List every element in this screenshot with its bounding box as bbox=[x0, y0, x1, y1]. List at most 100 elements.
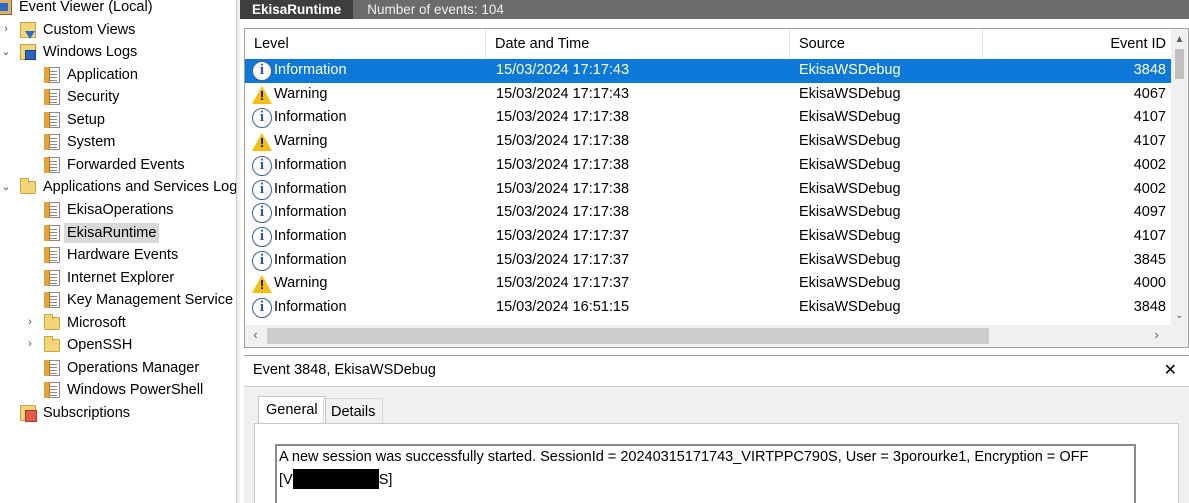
event-message-line-1: A new session was successfully started. … bbox=[279, 449, 1089, 465]
table-row[interactable]: i Information 15/03/2024 17:17:38 EkisaWSDe… bbox=[245, 106, 1173, 130]
events-table: Level Date and Time Source Event ID i Inf… bbox=[244, 28, 1189, 348]
tree-item[interactable]: Operations Manager bbox=[0, 357, 236, 379]
tree-item[interactable]: Security bbox=[0, 86, 236, 108]
cell-date: 15/03/2024 17:17:37 bbox=[496, 275, 630, 292]
tree-item[interactable]: System bbox=[0, 131, 236, 153]
scroll-left-icon[interactable]: ‹ bbox=[247, 325, 264, 347]
column-header-source[interactable]: Source bbox=[790, 29, 983, 60]
cell-date: 15/03/2024 17:17:38 bbox=[496, 180, 630, 197]
event-count: Number of events: 104 bbox=[367, 2, 504, 17]
horizontal-scroll-thumb[interactable] bbox=[267, 328, 989, 344]
tab-details[interactable]: Details bbox=[323, 398, 384, 424]
tree-item-label: Key Management Service bbox=[67, 292, 234, 309]
chevron-down-icon[interactable]: ⌄ bbox=[0, 180, 12, 193]
vertical-scroll-thumb[interactable] bbox=[1175, 49, 1184, 79]
horizontal-scrollbar[interactable]: ‹ › bbox=[245, 325, 1188, 347]
cell-date: 15/03/2024 17:17:38 bbox=[496, 133, 630, 150]
table-row[interactable]: Warning 15/03/2024 17:17:38 EkisaWSDebug 41… bbox=[245, 130, 1173, 154]
tree-item[interactable]: Application bbox=[0, 64, 236, 86]
cell-level: Information bbox=[274, 180, 347, 197]
cell-level: Warning bbox=[274, 133, 328, 150]
table-row[interactable]: i Information 15/03/2024 17:17:38 EkisaWSDe… bbox=[245, 178, 1173, 202]
column-header-event-id[interactable]: Event ID bbox=[983, 29, 1173, 60]
table-row[interactable]: i Information 15/03/2024 17:17:38 EkisaWSDe… bbox=[245, 201, 1173, 225]
table-row[interactable]: i Information 15/03/2024 17:17:37 EkisaWSDe… bbox=[245, 225, 1173, 249]
tree-item[interactable]: › Custom Views bbox=[0, 19, 236, 41]
tree-item[interactable]: › OpenSSH bbox=[0, 334, 236, 356]
tree-item[interactable]: Event Viewer (Local) bbox=[0, 0, 236, 18]
log-icon bbox=[44, 269, 60, 286]
cell-event-id: 4002 bbox=[1133, 180, 1166, 197]
cell-level: Information bbox=[274, 156, 347, 173]
cell-date: 15/03/2024 17:17:43 bbox=[496, 85, 630, 102]
close-icon[interactable]: ✕ bbox=[1164, 360, 1177, 380]
cell-date: 15/03/2024 17:17:38 bbox=[496, 204, 630, 221]
log-icon bbox=[44, 201, 60, 218]
table-row[interactable]: i Information 15/03/2024 16:51:15 EkisaWSDe… bbox=[245, 296, 1173, 320]
tree-item[interactable]: Hardware Events bbox=[0, 244, 236, 266]
tree-item[interactable]: Setup bbox=[0, 109, 236, 131]
tree-item-label: Applications and Services Log bbox=[43, 179, 236, 196]
column-header-date[interactable]: Date and Time bbox=[486, 29, 790, 60]
tree-item-label: Hardware Events bbox=[67, 247, 179, 264]
message-line-2-suffix: S] bbox=[378, 472, 393, 488]
detail-title: Event 3848, EkisaWSDebug bbox=[253, 362, 436, 378]
chevron-right-icon[interactable]: › bbox=[0, 23, 12, 35]
cell-level: Information bbox=[274, 204, 347, 221]
cell-source: EkisaWSDebug bbox=[799, 275, 901, 292]
cell-event-id: 4002 bbox=[1133, 156, 1166, 173]
folder-icon bbox=[20, 178, 36, 195]
tree-item[interactable]: ⌄ Windows Logs bbox=[0, 41, 236, 63]
detail-title-bar: Event 3848, EkisaWSDebug ✕ bbox=[244, 356, 1189, 387]
table-row[interactable]: Warning 15/03/2024 17:17:37 EkisaWSDebug 40… bbox=[245, 272, 1173, 296]
event-message-line-2: [V S] bbox=[279, 469, 392, 489]
table-row[interactable]: i Information 15/03/2024 17:17:43 EkisaWSDe… bbox=[245, 59, 1173, 83]
scroll-right-icon[interactable]: › bbox=[1148, 325, 1165, 347]
tree-item-label: Event Viewer (Local) bbox=[19, 0, 153, 15]
table-row[interactable]: i Information 15/03/2024 17:17:38 EkisaWSDe… bbox=[245, 154, 1173, 178]
windows-logs-icon bbox=[20, 44, 36, 61]
chevron-right-icon[interactable]: › bbox=[24, 316, 36, 328]
tree-item[interactable]: Subscriptions bbox=[0, 402, 236, 424]
tab-general[interactable]: General bbox=[258, 396, 326, 424]
pane-splitter[interactable] bbox=[236, 0, 240, 503]
column-header-level[interactable]: Level bbox=[245, 29, 486, 60]
table-row[interactable]: i Information 15/03/2024 17:17:37 EkisaWSDe… bbox=[245, 249, 1173, 273]
cell-event-id: 4107 bbox=[1133, 227, 1166, 244]
vertical-scrollbar[interactable]: ▲ ⌄ bbox=[1171, 29, 1188, 332]
cell-level: Information bbox=[274, 251, 347, 268]
cell-date: 15/03/2024 17:17:38 bbox=[496, 109, 630, 126]
tree-item[interactable]: Forwarded Events bbox=[0, 154, 236, 176]
information-icon: i bbox=[252, 108, 272, 129]
information-icon: i bbox=[252, 179, 272, 200]
chevron-right-icon[interactable]: › bbox=[24, 338, 36, 350]
cell-event-id: 4107 bbox=[1133, 133, 1166, 150]
tree-item-label: Application bbox=[67, 66, 138, 83]
log-header-bar: EkisaRuntime Number of events: 104 bbox=[240, 0, 1189, 19]
cell-source: EkisaWSDebug bbox=[799, 133, 901, 150]
tree-item[interactable]: Windows PowerShell bbox=[0, 379, 236, 401]
tree-item-label: Forwarded Events bbox=[67, 156, 185, 173]
tree-item[interactable]: Key Management Service bbox=[0, 289, 236, 311]
tree-item[interactable]: EkisaRuntime bbox=[0, 222, 236, 244]
tree-item[interactable]: › Microsoft bbox=[0, 312, 236, 334]
tree-item-label: Internet Explorer bbox=[67, 269, 175, 286]
scroll-down-icon[interactable]: ⌄ bbox=[1171, 307, 1188, 324]
cell-event-id: 4107 bbox=[1133, 109, 1166, 126]
cell-level: Warning bbox=[274, 85, 328, 102]
tree-item[interactable]: Internet Explorer bbox=[0, 267, 236, 289]
information-icon: i bbox=[252, 203, 272, 224]
tree-item-label: EkisaOperations bbox=[67, 201, 174, 218]
tree-item[interactable]: ⌄ Applications and Services Log bbox=[0, 176, 236, 198]
tree-item-label: Windows Logs bbox=[43, 44, 138, 61]
table-row[interactable]: Warning 15/03/2024 17:17:43 EkisaWSDebug 40… bbox=[245, 83, 1173, 107]
cell-source: EkisaWSDebug bbox=[799, 109, 901, 126]
event-message-box[interactable]: A new session was successfully started. … bbox=[275, 444, 1136, 503]
scroll-up-icon[interactable]: ▲ bbox=[1171, 31, 1188, 48]
cell-level: Information bbox=[274, 109, 347, 126]
cell-level: Information bbox=[274, 299, 347, 315]
chevron-down-icon[interactable]: ⌄ bbox=[0, 45, 12, 58]
message-line-2-prefix: [V bbox=[279, 472, 293, 488]
tree-item[interactable]: EkisaOperations bbox=[0, 199, 236, 221]
event-detail-pane: Event 3848, EkisaWSDebug ✕ General Detai… bbox=[244, 355, 1189, 503]
